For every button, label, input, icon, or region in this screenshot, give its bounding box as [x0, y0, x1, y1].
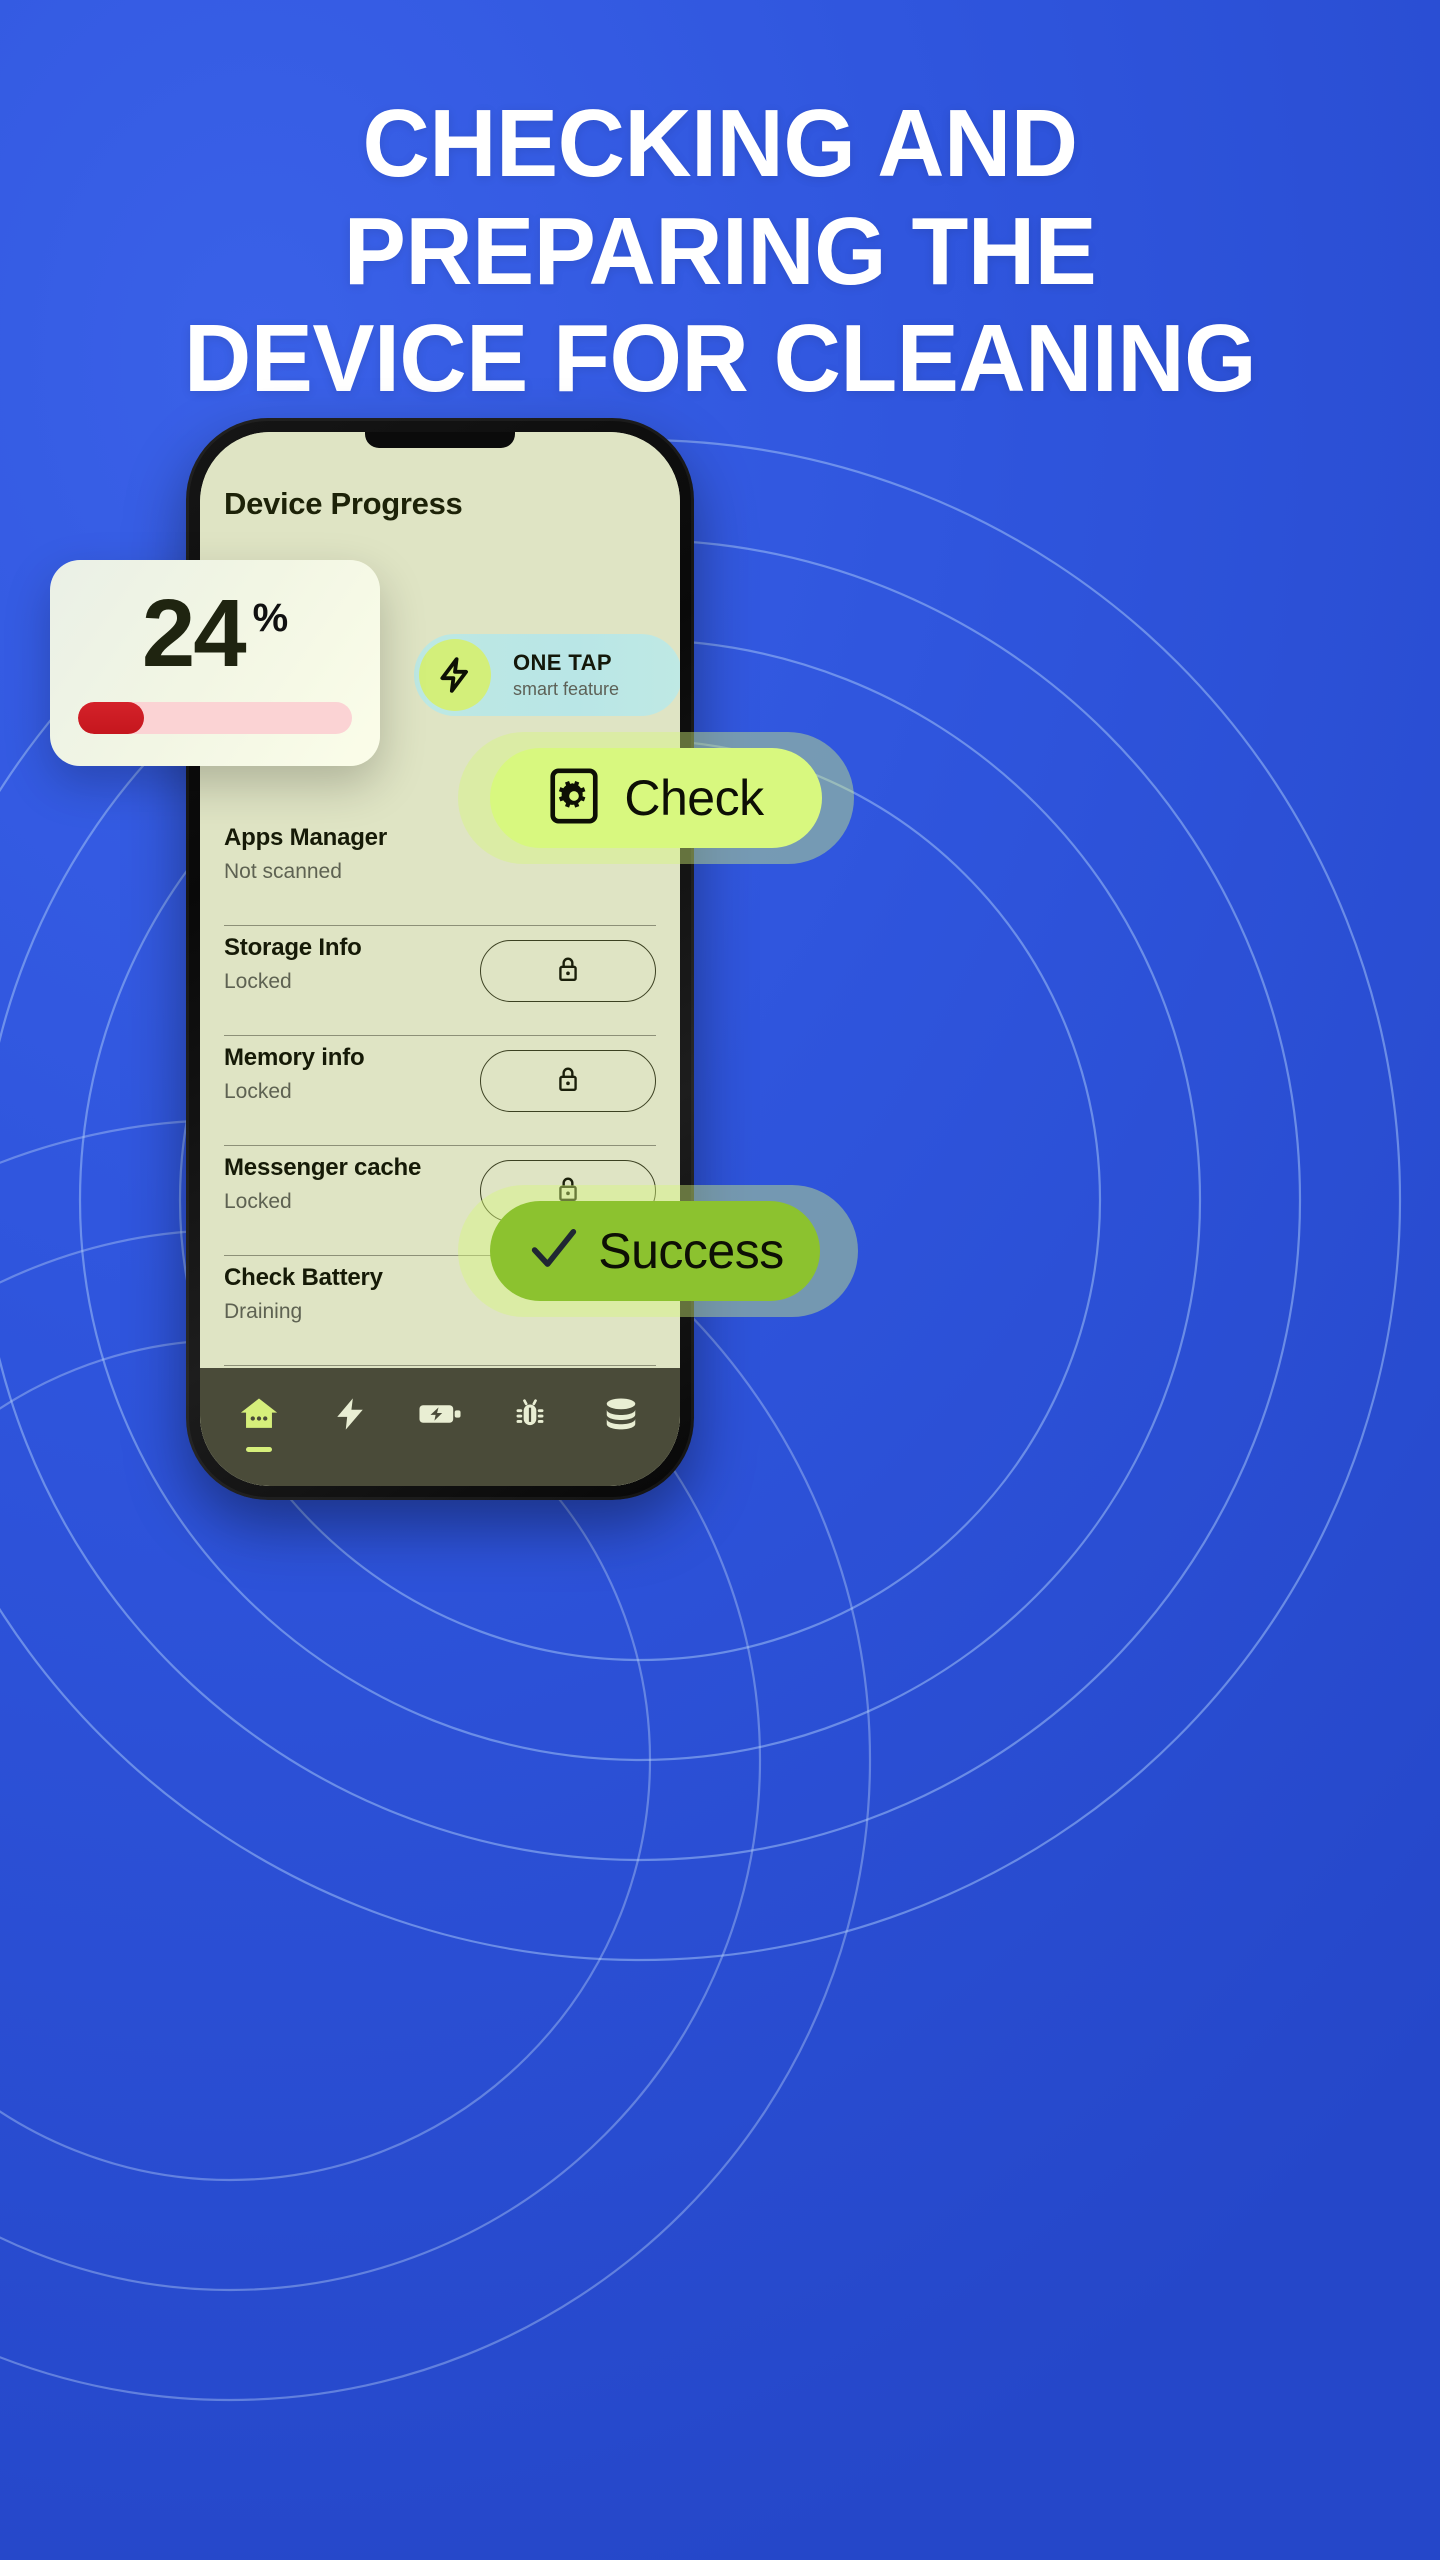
progress-bar-track: [78, 702, 352, 735]
lock-icon: [555, 954, 581, 989]
task-text-block: Apps Manager Not scanned: [224, 824, 387, 884]
task-label: Storage Info: [224, 934, 362, 961]
bottom-navigation: [200, 1368, 680, 1486]
lock-icon: [555, 1064, 581, 1099]
task-label: Check Battery: [224, 1264, 383, 1291]
one-tap-subtitle: smart feature: [513, 679, 620, 699]
table-row[interactable]: Memory info Locked: [224, 1036, 656, 1146]
lightning-bolt-icon: [419, 639, 491, 711]
task-text-block: Storage Info Locked: [224, 934, 362, 994]
one-tap-text-block: ONE TAP smart feature: [513, 650, 619, 700]
nav-item-storage[interactable]: [589, 1395, 653, 1452]
one-tap-card[interactable]: ONE TAP smart feature: [414, 634, 680, 716]
table-row[interactable]: Storage Info Locked: [224, 926, 656, 1036]
check-button-label: Check: [624, 770, 764, 826]
home-icon: [238, 1395, 280, 1438]
nav-item-home[interactable]: [227, 1395, 291, 1452]
gear-in-frame-icon: [548, 767, 600, 830]
screen-title: Device Progress: [224, 486, 463, 521]
task-text-block: Memory info Locked: [224, 1044, 365, 1104]
nav-item-boost[interactable]: [318, 1394, 382, 1453]
headline-line-2: PREPARING THE: [343, 197, 1097, 305]
headline-line-1: CHECKING AND: [362, 90, 1078, 197]
task-status: Locked: [224, 1190, 292, 1213]
progress-card: 24 %: [50, 560, 380, 766]
one-tap-title: ONE TAP: [513, 650, 612, 675]
phone-notch: [365, 432, 515, 448]
task-label: Messenger cache: [224, 1154, 422, 1181]
lock-button[interactable]: [480, 940, 656, 1002]
success-button[interactable]: Success: [490, 1201, 820, 1301]
page-title: CHECKING AND PREPARING THE DEVICE FOR CL…: [22, 90, 1419, 413]
database-icon: [601, 1395, 641, 1438]
check-button[interactable]: Check: [490, 748, 822, 848]
nav-active-indicator: [246, 1446, 273, 1452]
lock-button[interactable]: [480, 1050, 656, 1112]
percent-symbol: %: [252, 596, 289, 640]
nav-item-battery[interactable]: [408, 1399, 472, 1448]
battery-bolt-icon: [418, 1399, 462, 1434]
lightning-bolt-icon: [333, 1394, 367, 1439]
nav-item-bug[interactable]: [498, 1395, 562, 1452]
task-status: Locked: [224, 970, 292, 993]
task-status: Not scanned: [224, 860, 342, 883]
task-text-block: Messenger cache Locked: [224, 1154, 421, 1214]
progress-value-row: 24 %: [78, 580, 352, 687]
check-mark-icon: [526, 1221, 582, 1282]
task-status: Draining: [224, 1300, 303, 1323]
progress-value: 24: [141, 580, 247, 687]
success-button-label: Success: [598, 1223, 784, 1279]
task-label: Apps Manager: [224, 824, 387, 851]
task-label: Memory info: [224, 1044, 365, 1071]
task-text-block: Check Battery Draining: [224, 1264, 383, 1324]
bug-icon: [511, 1395, 549, 1438]
headline-line-3: DEVICE FOR CLEANING: [183, 305, 1257, 413]
task-status: Locked: [224, 1080, 292, 1103]
progress-bar-fill: [78, 702, 144, 735]
